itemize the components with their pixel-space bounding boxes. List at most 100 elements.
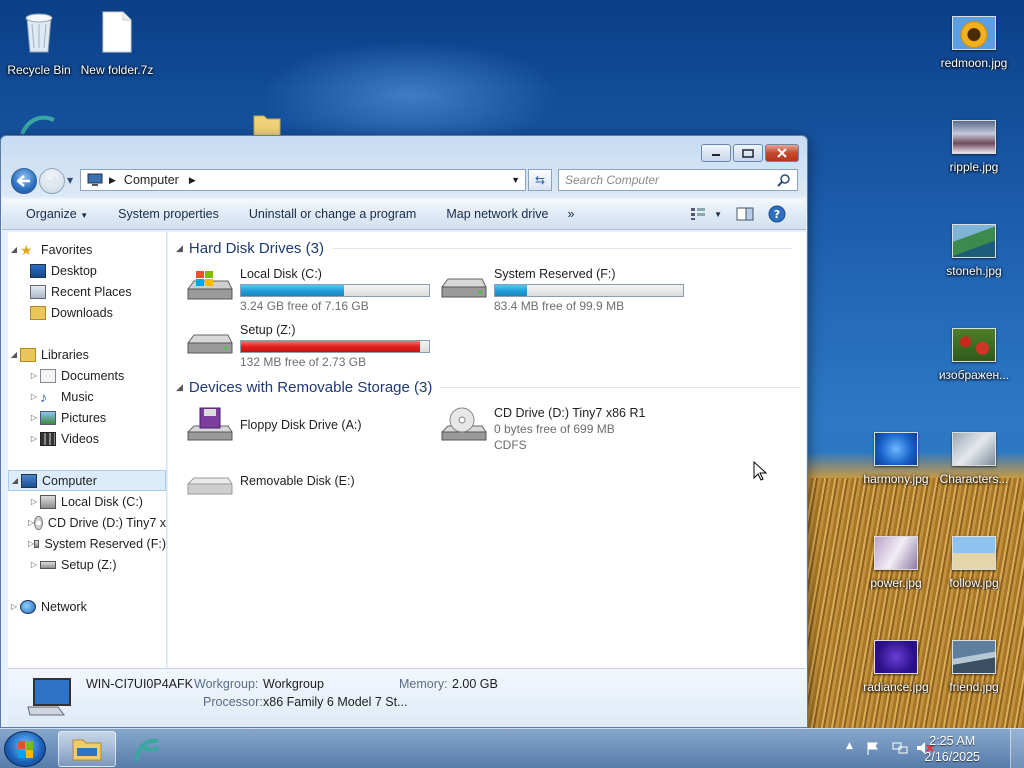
pictures-icon [40,410,56,425]
desktop-icon-radiance[interactable]: radiance.jpg [854,640,938,694]
expanded-arrow-icon[interactable]: ◢ [8,350,20,359]
breadcrumb-chevron-icon[interactable]: ▶ [189,175,196,186]
address-bar[interactable]: ▶ Computer ▶ ▼ [80,169,526,191]
nav-favorites[interactable]: ◢ ★ Favorites [8,239,166,260]
expanded-arrow-icon[interactable]: ◢ [8,245,20,254]
drive-tile-f[interactable]: System Reserved (F:) 83.4 MB free of 99.… [440,267,684,313]
maximize-button[interactable] [733,144,763,162]
drive-usage-bar [494,284,684,297]
image-thumbnail [952,328,996,362]
image-thumbnail [952,432,996,466]
image-thumbnail [952,640,996,674]
nav-cd-drive-d[interactable]: ▷ CD Drive (D:) Tiny7 x [8,512,166,533]
refresh-button[interactable]: ⇆ [528,169,552,191]
nav-recent-label: Recent Places [51,284,132,299]
system-properties-button[interactable]: System properties [103,207,234,221]
action-center-flag-icon[interactable] [866,741,880,755]
desktop-icon-stoneh[interactable]: stoneh.jpg [932,224,1016,278]
collapsed-arrow-icon[interactable]: ▷ [8,602,20,611]
desktop-icon-ripple[interactable]: ripple.jpg [932,120,1016,174]
collapsed-arrow-icon[interactable]: ▷ [28,434,40,443]
group-title: Hard Disk Drives (3) [188,240,324,257]
desktop-icon-new-folder-7z[interactable]: New folder.7z [75,10,159,77]
group-header-removable-storage[interactable]: ◢ Devices with Removable Storage (3) [176,379,801,396]
help-icon[interactable]: ? [768,205,786,223]
drive-free-space: 0 bytes free of 699 MB [494,422,615,436]
nav-pictures[interactable]: ▷ Pictures [8,407,166,428]
nav-music[interactable]: ▷ ♪ Music [8,386,166,407]
computer-icon [87,173,103,186]
nav-videos[interactable]: ▷ Videos [8,428,166,449]
nav-cd-drive-label: CD Drive (D:) Tiny7 x [47,515,166,530]
image-thumbnail [874,640,918,674]
drive-free-space: 83.4 MB free of 99.9 MB [494,299,625,313]
more-commands-button[interactable]: » [563,207,578,221]
drive-tile-c[interactable]: Local Disk (C:) 3.24 GB free of 7.16 GB [186,267,430,313]
maximize-icon [742,148,754,158]
explorer-window: ▼ ▶ Computer ▶ ▼ ⇆ Search Computer Organ… [0,135,808,728]
nav-videos-label: Videos [61,431,99,446]
nav-computer[interactable]: ◢ Computer [8,470,166,491]
network-tray-icon[interactable] [892,741,908,755]
group-header-hard-disk-drives[interactable]: ◢ Hard Disk Drives (3) [176,240,792,257]
system-clock[interactable]: 2:25 AM 2/16/2025 [924,733,980,765]
desktop-icon-follow[interactable]: follow.jpg [932,536,1016,590]
desktop-icon-harmony[interactable]: harmony.jpg [854,432,938,486]
map-network-drive-button[interactable]: Map network drive [431,207,563,221]
desktop-icon-izobrazhenie[interactable]: изображен... [932,328,1016,382]
collapsed-arrow-icon[interactable]: ▷ [28,497,40,506]
organize-label: Organize [26,207,77,221]
start-button[interactable] [4,731,46,767]
nav-network[interactable]: ▷ Network [8,596,166,617]
nav-downloads[interactable]: Downloads [8,302,166,323]
chevron-down-icon: ▼ [80,211,89,220]
collapsed-arrow-icon[interactable]: ▷ [28,371,40,380]
search-input[interactable]: Search Computer [558,169,798,191]
nav-recent-places[interactable]: Recent Places [8,281,166,302]
drive-name: Floppy Disk Drive (A:) [240,418,362,432]
preview-pane-icon[interactable] [736,207,754,221]
collapsed-arrow-icon[interactable]: ▷ [28,413,40,422]
taskbar-app-button[interactable] [130,733,170,765]
address-dropdown-icon[interactable]: ▼ [511,175,520,185]
desktop-icon-redmoon[interactable]: redmoon.jpg [932,16,1016,70]
breadcrumb-computer[interactable]: Computer [124,173,179,187]
nav-setup-z[interactable]: ▷ Setup (Z:) [8,554,166,575]
recent-pages-dropdown[interactable]: ▼ [67,176,73,185]
computer-icon [27,678,71,716]
minimize-button[interactable] [701,144,731,162]
nav-documents[interactable]: ▷ Documents [8,365,166,386]
desktop-icon-partial-folder[interactable] [252,112,282,137]
desktop-icon-recycle-bin[interactable]: Recycle Bin [0,10,81,77]
back-button[interactable] [11,168,37,194]
nav-libraries[interactable]: ◢ Libraries [8,344,166,365]
uninstall-program-button[interactable]: Uninstall or change a program [234,207,431,221]
star-icon: ★ [20,241,33,258]
drive-tile-d[interactable]: CD Drive (D:) Tiny7 x86 R1 0 bytes free … [440,406,645,452]
collapsed-arrow-icon[interactable]: ▷ [28,392,40,401]
close-button[interactable] [765,144,799,162]
forward-button[interactable] [39,168,65,194]
drive-tile-z[interactable]: Setup (Z:) 132 MB free of 2.73 GB [186,323,430,369]
show-desktop-button[interactable] [1010,729,1024,768]
group-collapse-icon[interactable]: ◢ [176,243,183,254]
drive-usage-fill [495,285,527,296]
desktop-icon-characters[interactable]: Characters... [932,432,1016,486]
nav-desktop[interactable]: Desktop [8,260,166,281]
desktop-icon-power[interactable]: power.jpg [854,536,938,590]
breadcrumb-separator-icon[interactable]: ▶ [109,175,116,186]
drive-tile-a[interactable]: Floppy Disk Drive (A:) [186,406,362,446]
show-hidden-icons-button[interactable]: ▲ [846,741,853,751]
drive-tile-e[interactable]: Removable Disk (E:) [186,462,355,502]
drive-file-system: CDFS [494,438,527,452]
change-view-button[interactable]: ▼ [690,207,722,221]
organize-button[interactable]: Organize ▼ [2,207,103,221]
nav-system-reserved-f[interactable]: ▷ System Reserved (F:) [8,533,166,554]
collapsed-arrow-icon[interactable]: ▷ [28,560,40,569]
group-collapse-icon[interactable]: ◢ [176,382,183,393]
expanded-arrow-icon[interactable]: ◢ [9,476,21,485]
nav-local-disk-c[interactable]: ▷ Local Disk (C:) [8,491,166,512]
desktop-icon-partial-app[interactable] [18,112,62,136]
desktop-icon-friend[interactable]: friend.jpg [932,640,1016,694]
taskbar-explorer-button[interactable] [58,731,116,767]
